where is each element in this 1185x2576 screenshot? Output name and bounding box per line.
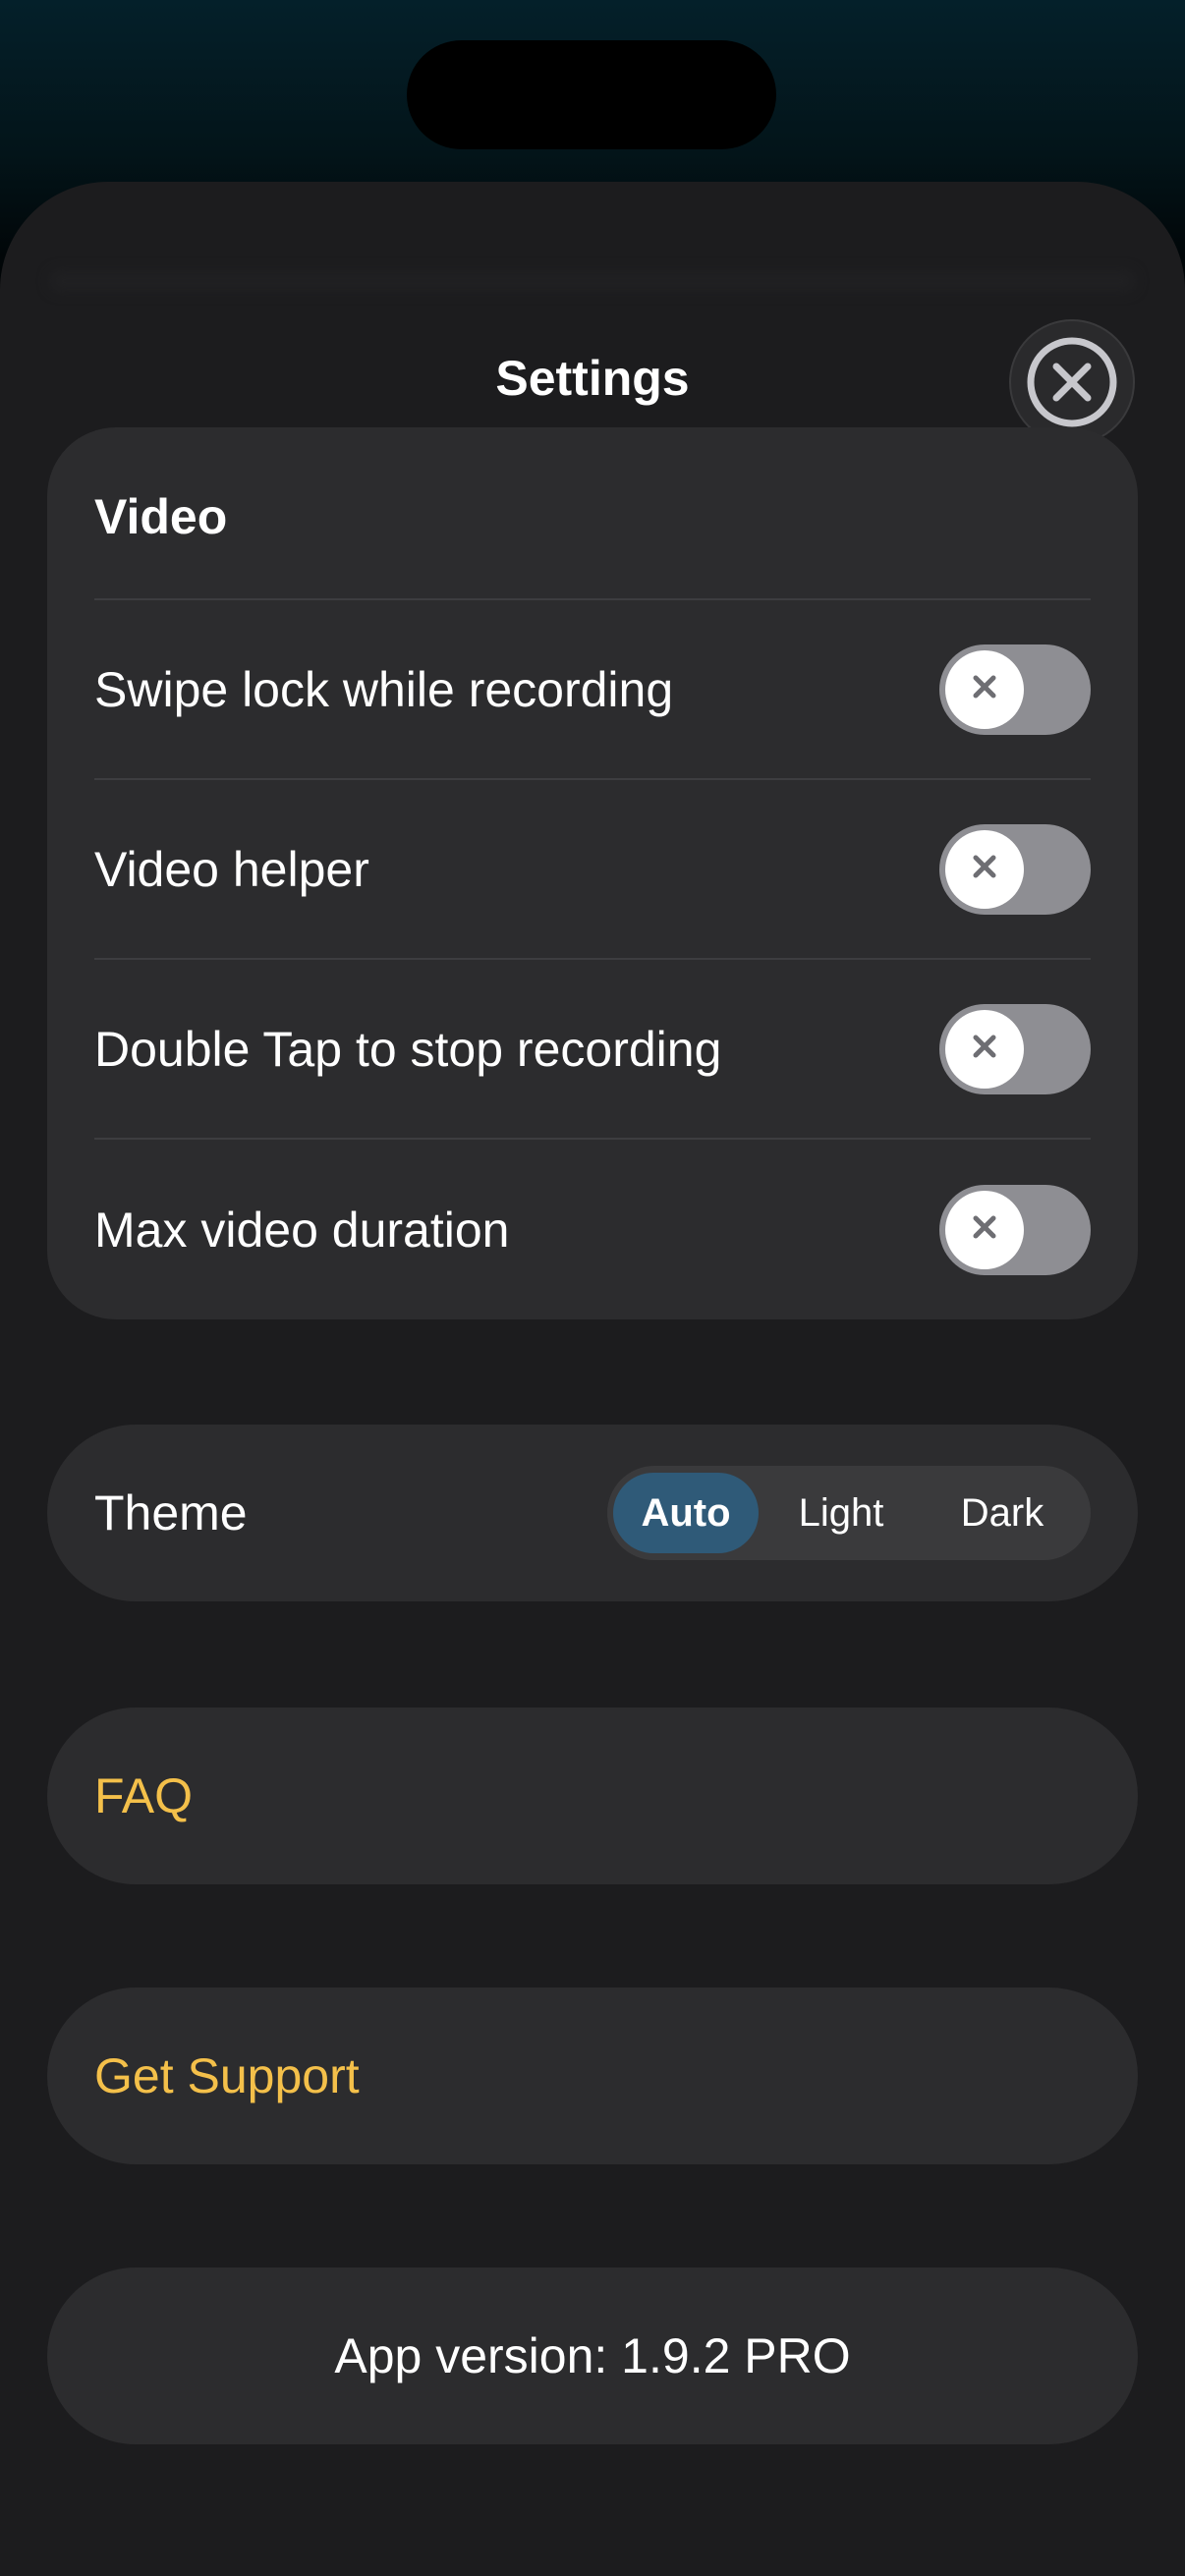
toggle-knob: [945, 829, 1024, 909]
page-title: Settings: [495, 351, 690, 406]
setting-label: Video helper: [94, 841, 369, 897]
setting-label: Swipe lock while recording: [94, 661, 674, 717]
theme-card: Theme Auto Light Dark: [47, 1425, 1138, 1601]
setting-label: Max video duration: [94, 1202, 510, 1258]
section-title-video: Video: [94, 427, 1091, 600]
setting-row-max-duration: Max video duration: [94, 1140, 1091, 1319]
toggle-knob: [945, 649, 1024, 729]
swipe-lock-toggle[interactable]: [939, 644, 1091, 735]
dynamic-island: [407, 40, 776, 149]
x-mark-icon: [970, 1032, 999, 1066]
get-support-button[interactable]: Get Support: [47, 1988, 1138, 2164]
x-mark-icon: [970, 1212, 999, 1247]
toggle-knob: [945, 1190, 1024, 1269]
video-helper-toggle[interactable]: [939, 823, 1091, 915]
faq-button[interactable]: FAQ: [47, 1708, 1138, 1884]
theme-option-auto[interactable]: Auto: [613, 1473, 759, 1553]
theme-option-dark[interactable]: Dark: [924, 1473, 1081, 1553]
setting-row-video-helper: Video helper: [94, 780, 1091, 960]
sheet-grabber-area: [49, 270, 1136, 292]
setting-row-swipe-lock: Swipe lock while recording: [94, 600, 1091, 780]
setting-row-double-tap-stop: Double Tap to stop recording: [94, 960, 1091, 1140]
theme-option-light[interactable]: Light: [762, 1473, 920, 1553]
x-mark-icon: [970, 852, 999, 886]
theme-label: Theme: [94, 1485, 248, 1540]
close-circle-icon: [1025, 335, 1119, 429]
video-settings-card: Video Swipe lock while recording Video h…: [47, 427, 1138, 1319]
toggle-knob: [945, 1009, 1024, 1089]
close-button[interactable]: [1009, 319, 1135, 445]
settings-sheet: Settings Video Swipe lock while recordin…: [0, 182, 1185, 2576]
app-version-label: App version: 1.9.2 PRO: [47, 2268, 1138, 2444]
setting-label: Double Tap to stop recording: [94, 1021, 722, 1077]
theme-segmented-control: Auto Light Dark: [607, 1466, 1091, 1560]
double-tap-stop-toggle[interactable]: [939, 1003, 1091, 1094]
x-mark-icon: [970, 672, 999, 706]
max-duration-toggle[interactable]: [939, 1184, 1091, 1275]
